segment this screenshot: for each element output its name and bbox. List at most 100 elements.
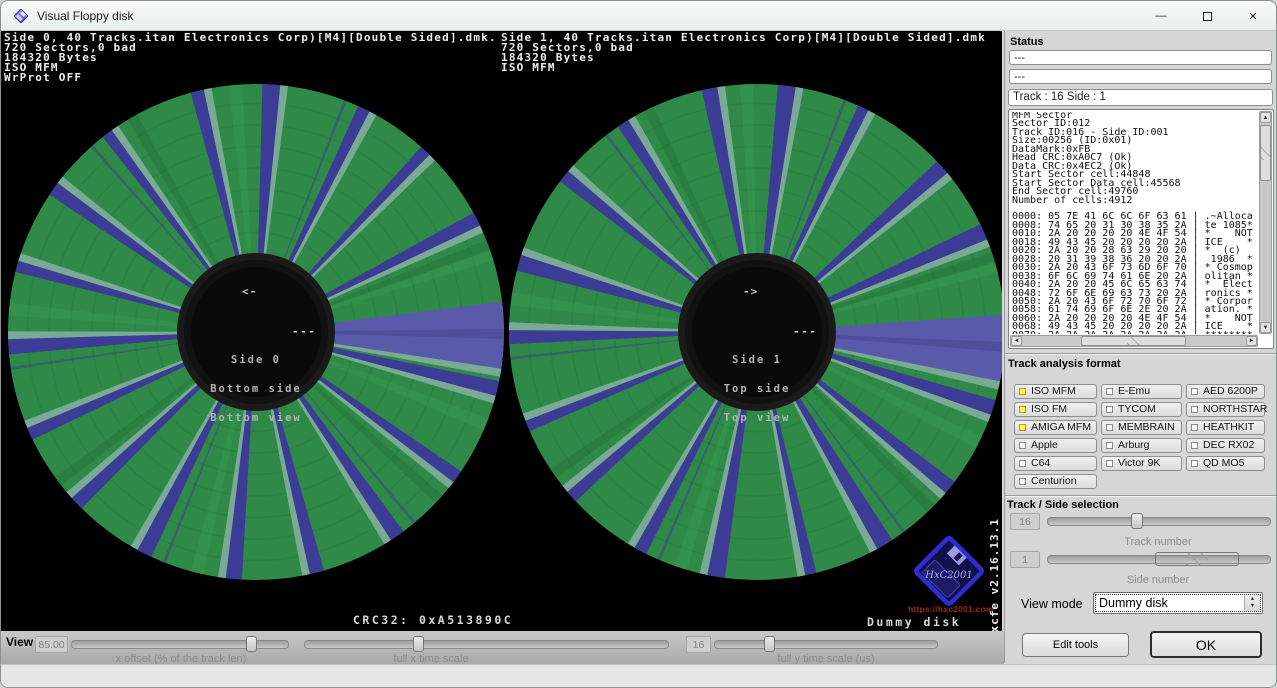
unchecked-box-icon (1106, 424, 1113, 431)
ok-button[interactable]: OK (1150, 631, 1262, 658)
hxc-url-label: https://hxc2001.com (908, 604, 994, 614)
unchecked-box-icon (1019, 478, 1026, 485)
track-side-status-field[interactable]: Track : 16 Side : 1 (1008, 89, 1273, 106)
view-label: View (6, 635, 33, 649)
format-toggle-membrain[interactable]: MEMBRAIN (1101, 420, 1182, 435)
side0-hub-labels: Side 0 Bottom side Bottom view (166, 337, 346, 443)
side-slider-thumb[interactable] (1155, 552, 1239, 566)
edit-tools-button[interactable]: Edit tools (1022, 633, 1129, 657)
y-scale-slider-track[interactable] (714, 640, 938, 649)
scroll-down-icon[interactable]: ▼ (1260, 322, 1271, 333)
unchecked-box-icon (1106, 406, 1113, 413)
close-button[interactable]: ✕ (1230, 1, 1276, 31)
vertical-scroll-thumb[interactable] (1260, 125, 1271, 181)
format-toggle-iso-mfm[interactable]: ISO MFM (1014, 384, 1097, 399)
y-scale-slider-thumb[interactable] (764, 636, 775, 652)
maximize-icon (1203, 12, 1212, 21)
x-scale-slider-track[interactable] (304, 640, 669, 649)
track-analysis-group-label: Track analysis format (1008, 358, 1121, 370)
view-mode-value: Dummy disk (1099, 596, 1168, 610)
view-toolbar: View 85.00 x offset (% of the track len)… (1, 631, 1004, 664)
sector-info-textarea[interactable]: MFM Sector Sector ID:012 Track ID:016 - … (1008, 109, 1274, 349)
side-number-field[interactable]: 1 (1010, 551, 1040, 568)
sector-info-text: MFM Sector Sector ID:012 Track ID:016 - … (1012, 112, 1257, 334)
format-toggle-centurion[interactable]: Centurion (1014, 474, 1097, 489)
dummy-disk-label: Dummy disk (867, 615, 961, 629)
title-bar: Visual Floppy disk — ✕ (1, 1, 1276, 31)
unchecked-box-icon (1191, 460, 1198, 467)
format-toggle-tycom[interactable]: TYCOM (1101, 402, 1182, 417)
vertical-scrollbar[interactable]: ▲ ▼ (1259, 111, 1272, 334)
maximize-button[interactable] (1184, 1, 1230, 31)
scroll-left-icon[interactable]: ◄ (1011, 336, 1022, 346)
status-field-1[interactable]: --- (1009, 50, 1272, 65)
unchecked-box-icon (1191, 442, 1198, 449)
track-slider-track[interactable] (1047, 517, 1271, 526)
format-toggle-iso-fm[interactable]: ISO FM (1014, 402, 1097, 417)
y-scale-field[interactable]: 16 (686, 636, 711, 653)
unchecked-box-icon (1191, 406, 1198, 413)
close-icon: ✕ (1248, 10, 1257, 23)
scroll-right-icon[interactable]: ► (1246, 336, 1257, 346)
side1-rotation-arrow: -> (743, 285, 758, 298)
format-toggle-heathkit[interactable]: HEATHKIT (1186, 420, 1265, 435)
minimize-icon: — (1156, 10, 1167, 22)
format-toggle-aed-6200p[interactable]: AED 6200P (1186, 384, 1265, 399)
app-icon (13, 8, 29, 24)
side0-info-text: Side 0, 40 Tracks.itan Electronics Corp)… (4, 33, 497, 83)
format-toggle-amiga-mfm[interactable]: AMIGA MFM (1014, 420, 1097, 435)
side1-hub-labels: Side 1 Top side Top view (667, 337, 847, 443)
x-offset-slider-thumb[interactable] (246, 636, 257, 652)
unchecked-box-icon (1019, 442, 1026, 449)
format-toggle-apple[interactable]: Apple (1014, 438, 1097, 453)
x-offset-field[interactable]: 85.00 (35, 636, 68, 653)
track-slider-thumb[interactable] (1131, 513, 1143, 529)
checked-box-icon (1019, 424, 1026, 431)
scroll-up-icon[interactable]: ▲ (1260, 112, 1271, 123)
hxc2001-logo: HxC2001 (907, 535, 991, 611)
right-panel: Status --- --- Track : 16 Side : 1 MFM S… (1004, 31, 1277, 663)
format-column-1: ISO MFM ISO FM AMIGA MFM Apple C64 Centurion (1014, 384, 1097, 489)
app-window: Visual Floppy disk — ✕ Side 0, 40 Tracks… (0, 0, 1277, 688)
spinner-icon[interactable]: ▲▼ (1244, 595, 1260, 611)
format-toggle-victor-9k[interactable]: Victor 9K (1101, 456, 1182, 471)
unchecked-box-icon (1191, 388, 1198, 395)
unchecked-box-icon (1106, 460, 1113, 467)
horizontal-scroll-thumb[interactable] (1081, 336, 1186, 346)
format-toggle-c64[interactable]: C64 (1014, 456, 1097, 471)
window-bottom-strip (1, 664, 1276, 688)
unchecked-box-icon (1019, 460, 1026, 467)
track-side-group-label: Track / Side selection (1007, 499, 1119, 511)
format-toggle-northstar[interactable]: NORTHSTAR (1186, 402, 1265, 417)
format-toggle-e-emu[interactable]: E-Emu (1101, 384, 1182, 399)
view-mode-label: View mode (1021, 597, 1083, 611)
format-column-2: E-Emu TYCOM MEMBRAIN Arburg Victor 9K (1101, 384, 1182, 471)
track-number-field[interactable]: 16 (1010, 513, 1040, 530)
status-field-2[interactable]: --- (1009, 69, 1272, 84)
section-divider (1005, 495, 1277, 497)
format-toggle-qd-mo5[interactable]: QD MO5 (1186, 456, 1265, 471)
checked-box-icon (1019, 406, 1026, 413)
x-scale-slider-thumb[interactable] (413, 636, 424, 652)
unchecked-box-icon (1106, 442, 1113, 449)
minimize-button[interactable]: — (1138, 1, 1184, 31)
side0-rotation-arrow: <- (242, 285, 257, 298)
crc32-label: CRC32: 0xA513890C (353, 613, 513, 627)
view-mode-dropdown[interactable]: Dummy disk ▲▼ (1093, 592, 1263, 614)
side1-info-text: Side 1, 40 Tracks.itan Electronics Corp)… (501, 33, 986, 73)
unchecked-box-icon (1191, 424, 1198, 431)
window-controls: — ✕ (1138, 1, 1276, 31)
library-version-label: libhxcfe v2.16.13.1 (988, 463, 1001, 631)
unchecked-box-icon (1106, 388, 1113, 395)
format-toggle-arburg[interactable]: Arburg (1101, 438, 1182, 453)
horizontal-scrollbar[interactable]: ◄ ► (1010, 335, 1258, 347)
disk-visualization[interactable] (1, 31, 1002, 631)
checked-box-icon (1019, 388, 1026, 395)
track-number-label: Track number (1045, 536, 1271, 548)
format-column-3: AED 6200P NORTHSTAR HEATHKIT DEC RX02 QD MO5 (1186, 384, 1265, 471)
section-divider (1005, 353, 1277, 355)
side-number-label: Side number (1045, 574, 1271, 586)
status-group-label: Status (1010, 36, 1044, 48)
format-toggle-dec-rx02[interactable]: DEC RX02 (1186, 438, 1265, 453)
logo-text: HxC2001 (924, 570, 972, 581)
